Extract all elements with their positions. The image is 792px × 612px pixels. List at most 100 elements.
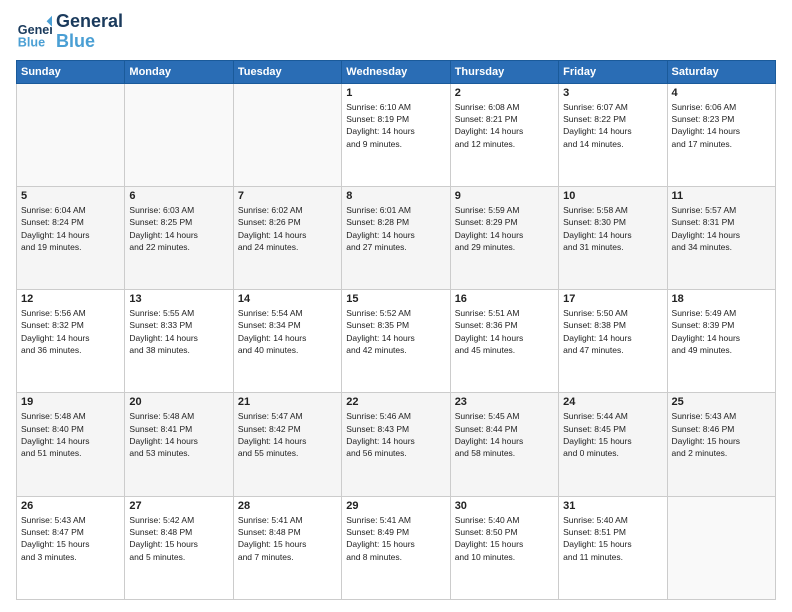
day-info: Sunrise: 5:54 AM Sunset: 8:34 PM Dayligh… [238, 307, 337, 356]
week-row-0: 1Sunrise: 6:10 AM Sunset: 8:19 PM Daylig… [17, 83, 776, 186]
day-info: Sunrise: 6:02 AM Sunset: 8:26 PM Dayligh… [238, 204, 337, 253]
calendar-cell: 21 Sunrise: 5:47 AM Sunset: 8:42 PM Dayli… [233, 393, 341, 496]
day-number: 8 [346, 190, 445, 202]
weekday-header-thursday: Thursday [450, 60, 558, 83]
calendar-cell: 24 Sunrise: 5:44 AM Sunset: 8:45 PM Dayli… [559, 393, 667, 496]
day-number: 28 [238, 500, 337, 512]
calendar-cell: 14Sunrise: 5:54 AM Sunset: 8:34 PM Dayli… [233, 290, 341, 393]
day-info: Sunrise: 5:46 AM Sunset: 8:43 PM Dayligh… [346, 410, 445, 459]
weekday-header-sunday: Sunday [17, 60, 125, 83]
day-info: Sunrise: 5:40 AM Sunset: 8:51 PM Dayligh… [563, 514, 662, 563]
weekday-header-saturday: Saturday [667, 60, 775, 83]
day-number: 15 [346, 293, 445, 305]
day-number: 30 [455, 500, 554, 512]
day-info: Sunrise: 5:49 AM Sunset: 8:39 PM Dayligh… [672, 307, 771, 356]
day-number: 10 [563, 190, 662, 202]
day-number: 4 [672, 87, 771, 99]
day-info: Sunrise: 6:08 AM Sunset: 8:21 PM Dayligh… [455, 101, 554, 150]
day-info: Sunrise: 6:07 AM Sunset: 8:22 PM Dayligh… [563, 101, 662, 150]
svg-text:Blue: Blue [18, 35, 45, 49]
calendar-cell: 20 Sunrise: 5:48 AM Sunset: 8:41 PM Dayli… [125, 393, 233, 496]
day-info: Sunrise: 5:47 AM Sunset: 8:42 PM Dayligh… [238, 410, 337, 459]
day-info: Sunrise: 6:03 AM Sunset: 8:25 PM Dayligh… [129, 204, 228, 253]
calendar-cell: 10Sunrise: 5:58 AM Sunset: 8:30 PM Dayli… [559, 186, 667, 289]
calendar-cell [667, 496, 775, 599]
day-number: 26 [21, 500, 120, 512]
weekday-header-row: SundayMondayTuesdayWednesdayThursdayFrid… [17, 60, 776, 83]
day-info: Sunrise: 5:41 AM Sunset: 8:49 PM Dayligh… [346, 514, 445, 563]
day-info: Sunrise: 5:50 AM Sunset: 8:38 PM Dayligh… [563, 307, 662, 356]
weekday-header-wednesday: Wednesday [342, 60, 450, 83]
calendar-cell: 6Sunrise: 6:03 AM Sunset: 8:25 PM Daylig… [125, 186, 233, 289]
day-info: Sunrise: 5:48 AM Sunset: 8:41 PM Dayligh… [129, 410, 228, 459]
calendar-cell: 22 Sunrise: 5:46 AM Sunset: 8:43 PM Dayli… [342, 393, 450, 496]
calendar-cell: 17 Sunrise: 5:50 AM Sunset: 8:38 PM Dayli… [559, 290, 667, 393]
calendar-cell: 19 Sunrise: 5:48 AM Sunset: 8:40 PM Dayli… [17, 393, 125, 496]
day-info: Sunrise: 5:59 AM Sunset: 8:29 PM Dayligh… [455, 204, 554, 253]
weekday-header-friday: Friday [559, 60, 667, 83]
calendar-cell: 15Sunrise: 5:52 AM Sunset: 8:35 PM Dayli… [342, 290, 450, 393]
calendar-cell: 27 Sunrise: 5:42 AM Sunset: 8:48 PM Dayli… [125, 496, 233, 599]
day-number: 22 [346, 396, 445, 408]
day-info: Sunrise: 5:43 AM Sunset: 8:46 PM Dayligh… [672, 410, 771, 459]
calendar-cell: 9 Sunrise: 5:59 AM Sunset: 8:29 PM Daylig… [450, 186, 558, 289]
day-number: 3 [563, 87, 662, 99]
day-info: Sunrise: 6:04 AM Sunset: 8:24 PM Dayligh… [21, 204, 120, 253]
page: General Blue General Blue SundayMondayTu… [0, 0, 792, 612]
calendar-cell: 31 Sunrise: 5:40 AM Sunset: 8:51 PM Dayli… [559, 496, 667, 599]
logo: General Blue General Blue [16, 12, 123, 52]
logo-text-blue: Blue [56, 32, 123, 52]
week-row-4: 26 Sunrise: 5:43 AM Sunset: 8:47 PM Dayli… [17, 496, 776, 599]
day-info: Sunrise: 5:41 AM Sunset: 8:48 PM Dayligh… [238, 514, 337, 563]
day-number: 2 [455, 87, 554, 99]
day-number: 9 [455, 190, 554, 202]
week-row-1: 5 Sunrise: 6:04 AM Sunset: 8:24 PM Daylig… [17, 186, 776, 289]
logo-text-general: General [56, 12, 123, 32]
day-number: 17 [563, 293, 662, 305]
calendar-cell: 25 Sunrise: 5:43 AM Sunset: 8:46 PM Dayli… [667, 393, 775, 496]
weekday-header-monday: Monday [125, 60, 233, 83]
calendar-cell: 13 Sunrise: 5:55 AM Sunset: 8:33 PM Dayli… [125, 290, 233, 393]
calendar-cell: 30 Sunrise: 5:40 AM Sunset: 8:50 PM Dayli… [450, 496, 558, 599]
calendar-cell: 12Sunrise: 5:56 AM Sunset: 8:32 PM Dayli… [17, 290, 125, 393]
day-info: Sunrise: 5:55 AM Sunset: 8:33 PM Dayligh… [129, 307, 228, 356]
calendar-cell: 29Sunrise: 5:41 AM Sunset: 8:49 PM Dayli… [342, 496, 450, 599]
calendar-cell: 7 Sunrise: 6:02 AM Sunset: 8:26 PM Daylig… [233, 186, 341, 289]
calendar-cell [233, 83, 341, 186]
calendar-cell: 23Sunrise: 5:45 AM Sunset: 8:44 PM Dayli… [450, 393, 558, 496]
calendar-cell: 26 Sunrise: 5:43 AM Sunset: 8:47 PM Dayli… [17, 496, 125, 599]
logo-icon: General Blue [16, 14, 52, 50]
day-number: 7 [238, 190, 337, 202]
day-number: 21 [238, 396, 337, 408]
day-info: Sunrise: 5:43 AM Sunset: 8:47 PM Dayligh… [21, 514, 120, 563]
day-number: 25 [672, 396, 771, 408]
day-number: 13 [129, 293, 228, 305]
day-info: Sunrise: 6:06 AM Sunset: 8:23 PM Dayligh… [672, 101, 771, 150]
day-number: 27 [129, 500, 228, 512]
day-number: 20 [129, 396, 228, 408]
day-info: Sunrise: 5:51 AM Sunset: 8:36 PM Dayligh… [455, 307, 554, 356]
day-number: 12 [21, 293, 120, 305]
calendar-cell: 3 Sunrise: 6:07 AM Sunset: 8:22 PM Daylig… [559, 83, 667, 186]
day-info: Sunrise: 5:48 AM Sunset: 8:40 PM Dayligh… [21, 410, 120, 459]
day-number: 16 [455, 293, 554, 305]
day-info: Sunrise: 5:42 AM Sunset: 8:48 PM Dayligh… [129, 514, 228, 563]
calendar-cell: 11 Sunrise: 5:57 AM Sunset: 8:31 PM Dayli… [667, 186, 775, 289]
calendar-cell: 28 Sunrise: 5:41 AM Sunset: 8:48 PM Dayli… [233, 496, 341, 599]
calendar-cell: 5 Sunrise: 6:04 AM Sunset: 8:24 PM Daylig… [17, 186, 125, 289]
day-number: 31 [563, 500, 662, 512]
day-number: 19 [21, 396, 120, 408]
day-number: 5 [21, 190, 120, 202]
calendar-cell: 1Sunrise: 6:10 AM Sunset: 8:19 PM Daylig… [342, 83, 450, 186]
calendar-cell: 16 Sunrise: 5:51 AM Sunset: 8:36 PM Dayli… [450, 290, 558, 393]
day-info: Sunrise: 5:40 AM Sunset: 8:50 PM Dayligh… [455, 514, 554, 563]
calendar-cell [125, 83, 233, 186]
day-number: 11 [672, 190, 771, 202]
calendar-cell: 8Sunrise: 6:01 AM Sunset: 8:28 PM Daylig… [342, 186, 450, 289]
day-number: 1 [346, 87, 445, 99]
day-info: Sunrise: 5:57 AM Sunset: 8:31 PM Dayligh… [672, 204, 771, 253]
calendar-cell: 18Sunrise: 5:49 AM Sunset: 8:39 PM Dayli… [667, 290, 775, 393]
calendar-cell [17, 83, 125, 186]
day-number: 24 [563, 396, 662, 408]
day-info: Sunrise: 5:44 AM Sunset: 8:45 PM Dayligh… [563, 410, 662, 459]
